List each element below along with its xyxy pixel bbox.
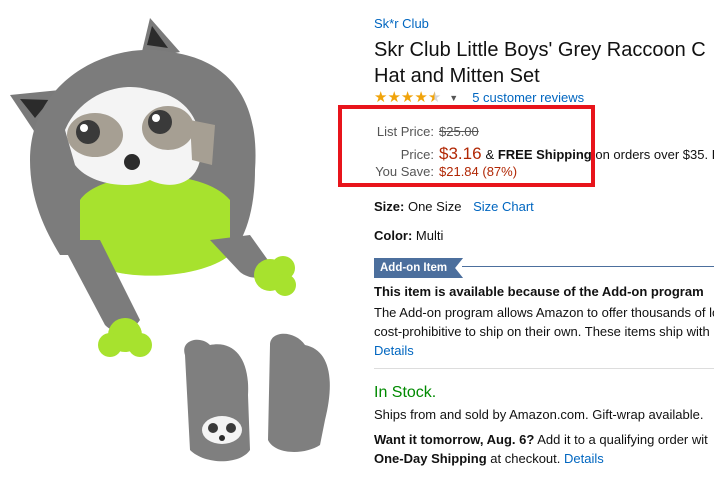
ships-from-text: Ships from and sold by Amazon.com. Gift-… [374, 407, 704, 422]
addon-description: The Add-on program allows Amazon to offe… [374, 303, 714, 360]
color-row: Color: Multi [374, 228, 443, 243]
size-label: Size: [374, 199, 405, 214]
addon-header: Add-on Item [374, 258, 714, 278]
color-label: Color: [374, 228, 413, 243]
size-value: One Size [407, 199, 462, 214]
price-highlight-box [338, 105, 595, 187]
product-title: Skr Club Little Boys' Grey Raccoon C Hat… [374, 37, 706, 89]
delivery-line-2: One-Day Shipping at checkout. Details [374, 449, 708, 468]
half-star-icon: ★ [427, 89, 442, 106]
product-details: Sk*r Club Skr Club Little Boys' Grey Rac… [374, 0, 714, 479]
one-day-shipping: One-Day Shipping [374, 451, 487, 466]
hat [10, 18, 296, 357]
stock-status: In Stock. [374, 384, 437, 401]
size-row: Size: One Size Size Chart [374, 199, 534, 214]
mittens [184, 333, 330, 462]
addon-divider [462, 266, 714, 267]
addon-badge: Add-on Item [374, 258, 463, 278]
want-it-rest: Add it to a qualifying order wit [534, 432, 708, 447]
star-icon: ★ [387, 89, 401, 106]
title-line-2: Hat and Mitten Set [374, 65, 540, 87]
brand-link[interactable]: Sk*r Club [374, 16, 429, 31]
delivery-details-link[interactable]: Details [564, 451, 604, 466]
title-line-1: Skr Club Little Boys' Grey Raccoon C [374, 39, 706, 61]
shipping-suffix: on orders over $35. F [591, 147, 714, 162]
size-chart-link[interactable]: Size Chart [473, 199, 534, 214]
one-day-rest: at checkout. [486, 451, 564, 466]
rating-row: ★ ★ ★ ★ ★ ▼ 5 customer reviews [374, 90, 584, 105]
star-icon: ★ [374, 89, 388, 106]
addon-desc-line-2: cost-prohibitive to ship on their own. T… [374, 324, 710, 339]
star-rating[interactable]: ★ ★ ★ ★ ★ [374, 90, 441, 105]
addon-desc-line-1: The Add-on program allows Amazon to offe… [374, 305, 714, 320]
want-it-tomorrow: Want it tomorrow, Aug. 6? [374, 432, 535, 447]
product-image[interactable] [0, 0, 360, 479]
addon-details-link[interactable]: Details [374, 341, 714, 360]
customer-reviews-link[interactable]: 5 customer reviews [472, 90, 584, 105]
delivery-line-1: Want it tomorrow, Aug. 6? Add it to a qu… [374, 430, 708, 449]
chevron-down-icon[interactable]: ▼ [449, 93, 458, 103]
star-icon: ★ [414, 89, 428, 106]
addon-title: This item is available because of the Ad… [374, 284, 704, 299]
star-icon: ★ [400, 89, 415, 106]
section-divider [374, 368, 714, 369]
delivery-info: Want it tomorrow, Aug. 6? Add it to a qu… [374, 430, 708, 468]
color-value: Multi [415, 228, 444, 243]
